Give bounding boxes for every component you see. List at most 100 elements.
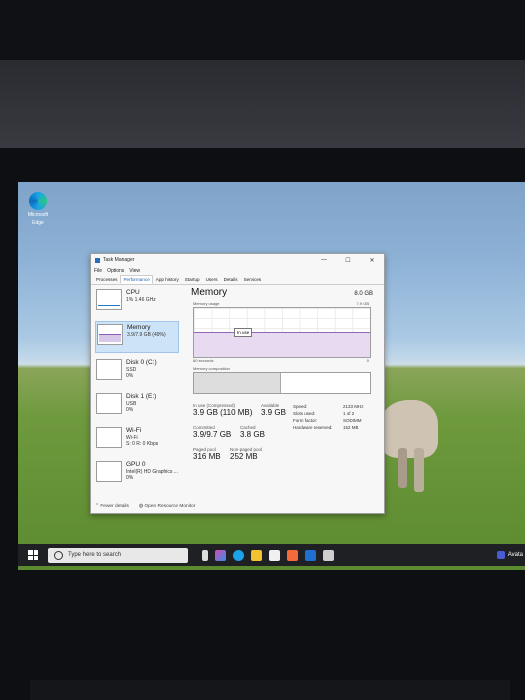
- chevron-up-icon: ⌃: [95, 504, 100, 509]
- sidebar-item-detail: S: 0 R: 0 Kbps: [126, 441, 159, 447]
- desktop-icon-label-2: Edge: [32, 220, 44, 226]
- task-manager-icon: [95, 257, 100, 263]
- memory-composition-bar: [193, 372, 371, 394]
- tab-users[interactable]: Users: [203, 275, 221, 284]
- background-wall: [0, 60, 525, 150]
- outlook-icon[interactable]: [305, 549, 316, 561]
- tab-strip: Processes Performance App history Startu…: [91, 275, 384, 285]
- desktop-icon-label-1: Microsoft: [27, 212, 49, 218]
- menu-view[interactable]: View: [129, 268, 140, 274]
- graph-zero-label: 0: [366, 358, 369, 363]
- desktop-icon-edge[interactable]: Microsoft Edge: [22, 192, 54, 226]
- sidebar-item-disk1[interactable]: Disk 1 (E:) USB 0%: [95, 391, 179, 421]
- sidebar-item-disk0[interactable]: Disk 0 (C:) SSD 0%: [95, 357, 179, 387]
- hw-value: 2133 MHz: [343, 404, 364, 409]
- resource-monitor-icon: ◍: [138, 504, 144, 509]
- start-button[interactable]: [28, 550, 38, 560]
- photo-top-dark-area: [0, 0, 525, 60]
- maximize-button[interactable]: ☐: [336, 257, 360, 264]
- memory-usage-max: 7.9 GB: [356, 301, 369, 306]
- laptop-keyboard-edge: [30, 680, 510, 700]
- hw-key: Form factor:: [293, 418, 318, 423]
- tab-services[interactable]: Services: [241, 275, 265, 284]
- cpu-mini-graph: [96, 289, 122, 310]
- tab-performance[interactable]: Performance: [120, 275, 153, 284]
- page-title: Memory: [191, 287, 228, 298]
- tab-app-history[interactable]: App history: [153, 275, 182, 284]
- hw-key: Speed:: [293, 404, 308, 409]
- fewer-details-link[interactable]: ⌃ Fewer details: [95, 504, 129, 509]
- rhino-body: [378, 400, 438, 458]
- task-manager-window: Task Manager — ☐ ✕ File Options View Pro…: [90, 253, 385, 514]
- taskbar-search[interactable]: Type here to search: [48, 547, 188, 563]
- task-view-icon[interactable]: [202, 549, 208, 561]
- sidebar-item-cpu[interactable]: CPU 1% 1.46 GHz: [95, 287, 179, 317]
- tab-details[interactable]: Details: [221, 275, 241, 284]
- paged-pool-value: 316 MB: [193, 452, 221, 461]
- gpu-mini-graph: [96, 461, 122, 482]
- wifi-mini-graph: [96, 427, 122, 448]
- memory-usage-fill: [194, 332, 370, 357]
- sidebar-item-detail: Intel(R) HD Graphics ...: [126, 469, 178, 475]
- copilot-icon[interactable]: [215, 549, 226, 561]
- sidebar-item-name: CPU: [126, 289, 140, 296]
- performance-panel: CPU 1% 1.46 GHz Memory 3.9/7.9 GB (49%) …: [91, 285, 384, 498]
- memory-mini-graph: [97, 324, 123, 345]
- tab-startup[interactable]: Startup: [182, 275, 203, 284]
- menu-options[interactable]: Options: [107, 268, 124, 274]
- available-value: 3.9 GB: [261, 408, 286, 417]
- store-icon[interactable]: [269, 549, 280, 561]
- menu-file[interactable]: File: [94, 268, 102, 274]
- cached-value: 3.8 GB: [240, 430, 265, 439]
- sidebar-item-detail: 1% 1.46 GHz: [126, 297, 156, 303]
- sidebar-item-name: GPU 0: [126, 461, 146, 468]
- edge-icon[interactable]: [233, 549, 244, 561]
- close-button[interactable]: ✕: [360, 257, 384, 264]
- office-icon[interactable]: [287, 549, 298, 561]
- edge-icon: [29, 192, 47, 210]
- rhino-leg: [398, 448, 407, 488]
- nonpaged-pool-value: 252 MB: [230, 452, 258, 461]
- hardware-row: Speed: 2133 MHz: [293, 403, 364, 410]
- sidebar-item-detail: 0%: [126, 475, 134, 481]
- fewer-details-label: Fewer details: [100, 504, 129, 509]
- sidebar-item-detail: 0%: [126, 373, 134, 379]
- tray-text: Avata: [507, 552, 523, 558]
- windows-logo-icon: [28, 550, 33, 555]
- committed-value: 3.9/9.7 GB: [193, 430, 232, 439]
- hardware-info: Speed: 2133 MHz Slots used: 1 of 2 Form fa…: [293, 403, 364, 431]
- hw-value: SODIMM: [343, 418, 362, 423]
- hw-key: Slots used:: [293, 411, 316, 416]
- tray-area[interactable]: Avata: [496, 551, 523, 559]
- file-explorer-icon[interactable]: [251, 549, 262, 561]
- search-icon: [54, 550, 63, 560]
- graph-time-label: 60 seconds: [193, 358, 214, 363]
- minimize-button[interactable]: —: [312, 257, 336, 264]
- memory-usage-graph: In use: [193, 307, 371, 358]
- sidebar-item-name: Wi-Fi: [126, 427, 142, 434]
- title-bar[interactable]: Task Manager — ☐ ✕: [91, 254, 384, 266]
- hw-value: 152 MB: [343, 425, 359, 430]
- sidebar-item-gpu[interactable]: GPU 0 Intel(R) HD Graphics ... 0%: [95, 459, 179, 489]
- in-use-value: 3.9 GB (110 MB): [193, 408, 253, 417]
- hw-value: 1 of 2: [343, 411, 355, 416]
- pinned-apps: [202, 549, 334, 561]
- open-resource-monitor-link[interactable]: ◍ Open Resource Monitor: [139, 504, 195, 509]
- disk0-mini-graph: [96, 359, 122, 380]
- sidebar-item-memory[interactable]: Memory 3.9/7.9 GB (49%): [95, 321, 179, 353]
- sidebar-item-name: Disk 0 (C:): [126, 359, 157, 366]
- memory-usage-label: Memory usage: [193, 301, 220, 306]
- tab-processes[interactable]: Processes: [93, 275, 120, 284]
- sidebar-item-wifi[interactable]: Wi-Fi Wi-Fi S: 0 R: 0 Kbps: [95, 425, 179, 455]
- menu-bar: File Options View: [91, 266, 384, 275]
- search-placeholder: Type here to search: [68, 552, 122, 558]
- desktop-screen: Microsoft Edge Task Manager — ☐ ✕ File O…: [18, 182, 525, 570]
- media-icon: [496, 551, 505, 559]
- disk1-mini-graph: [96, 393, 122, 414]
- hardware-row: Hardware reserved: 152 MB: [293, 424, 364, 431]
- sidebar-item-detail: 0%: [126, 407, 134, 413]
- rhino-leg: [414, 448, 424, 492]
- graph-tooltip: In use: [234, 328, 253, 337]
- composition-in-use: [194, 373, 282, 393]
- task-manager-taskbar-icon[interactable]: [323, 549, 334, 561]
